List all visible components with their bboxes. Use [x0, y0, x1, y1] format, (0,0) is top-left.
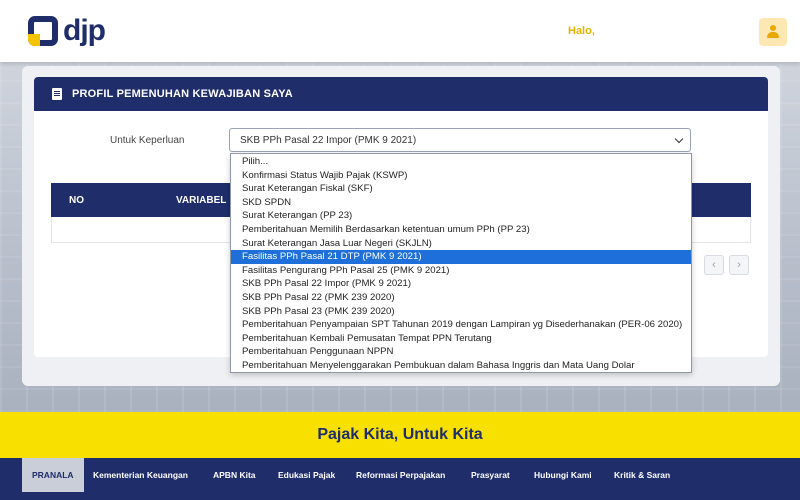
- dropdown-option[interactable]: SKB PPh Pasal 23 (PMK 239 2020): [231, 305, 691, 319]
- user-menu-button[interactable]: [759, 18, 787, 46]
- tagline-banner: Pajak Kita, Untuk Kita: [0, 412, 800, 458]
- chevron-down-icon: [674, 134, 684, 144]
- djp-logo[interactable]: djp: [28, 14, 106, 48]
- chevron-left-icon: ‹: [712, 259, 716, 271]
- dropdown-option-highlighted[interactable]: Fasilitas PPh Pasal 21 DTP (PMK 9 2021): [231, 250, 691, 264]
- column-header-variabel: VARIABEL: [176, 195, 227, 206]
- document-icon: [52, 88, 62, 100]
- dropdown-option[interactable]: Pemberitahuan Penyampaian SPT Tahunan 20…: [231, 318, 691, 332]
- purpose-dropdown-list: Pilih... Konfirmasi Status Wajib Pajak (…: [230, 153, 692, 373]
- pagination-next-button[interactable]: ›: [729, 255, 749, 275]
- footer-nav: PRANALA Kementerian Keuangan APBN Kita E…: [0, 458, 800, 500]
- dropdown-option[interactable]: SKB PPh Pasal 22 Impor (PMK 9 2021): [231, 277, 691, 291]
- logo-mark-icon: [28, 16, 58, 46]
- footer-nav-kritik-saran[interactable]: Kritik & Saran: [614, 458, 670, 492]
- dropdown-option[interactable]: Pemberitahuan Kembali Pemusatan Tempat P…: [231, 332, 691, 346]
- dropdown-option[interactable]: Pemberitahuan Memilih Berdasarkan ketent…: [231, 223, 691, 237]
- footer-nav-hubungi-kami[interactable]: Hubungi Kami: [534, 458, 592, 492]
- user-icon: [767, 25, 779, 39]
- card-title: PROFIL PEMENUHAN KEWAJIBAN SAYA: [72, 88, 293, 100]
- dropdown-option[interactable]: Pilih...: [231, 155, 691, 169]
- dropdown-option[interactable]: Konfirmasi Status Wajib Pajak (KSWP): [231, 169, 691, 183]
- pagination-prev-button[interactable]: ‹: [704, 255, 724, 275]
- dropdown-option[interactable]: Fasilitas Pengurang PPh Pasal 25 (PMK 9 …: [231, 264, 691, 278]
- logo-text: djp: [63, 14, 106, 47]
- purpose-select-value: SKB PPh Pasal 22 Impor (PMK 9 2021): [240, 135, 417, 146]
- footer-nav-apbn-kita[interactable]: APBN Kita: [213, 458, 256, 492]
- purpose-label: Untuk Keperluan: [110, 135, 185, 146]
- footer-nav-pranala[interactable]: PRANALA: [22, 458, 84, 492]
- card-header: PROFIL PEMENUHAN KEWAJIBAN SAYA: [34, 77, 768, 111]
- dropdown-option[interactable]: Pemberitahuan Menyelenggarakan Pembukuan…: [231, 359, 691, 373]
- chevron-right-icon: ›: [737, 259, 741, 271]
- footer-nav-kementerian-keuangan[interactable]: Kementerian Keuangan: [93, 458, 188, 492]
- dropdown-option[interactable]: Surat Keterangan Fiskal (SKF): [231, 182, 691, 196]
- dropdown-option[interactable]: SKD SPDN: [231, 196, 691, 210]
- dropdown-option[interactable]: SKB PPh Pasal 22 (PMK 239 2020): [231, 291, 691, 305]
- footer-nav-edukasi-pajak[interactable]: Edukasi Pajak: [278, 458, 335, 492]
- column-header-no: NO: [69, 195, 84, 206]
- dropdown-option[interactable]: Surat Keterangan (PP 23): [231, 209, 691, 223]
- footer-nav-reformasi-perpajakan[interactable]: Reformasi Perpajakan: [356, 458, 445, 492]
- purpose-select[interactable]: SKB PPh Pasal 22 Impor (PMK 9 2021): [229, 128, 691, 152]
- greeting-text: Halo,: [568, 25, 595, 37]
- tagline-text: Pajak Kita, Untuk Kita: [317, 426, 483, 443]
- top-header: djp Halo,: [0, 0, 800, 62]
- dropdown-option[interactable]: Surat Keterangan Jasa Luar Negeri (SKJLN…: [231, 237, 691, 251]
- footer-nav-prasyarat[interactable]: Prasyarat: [471, 458, 510, 492]
- dropdown-option[interactable]: Pemberitahuan Penggunaan NPPN: [231, 345, 691, 359]
